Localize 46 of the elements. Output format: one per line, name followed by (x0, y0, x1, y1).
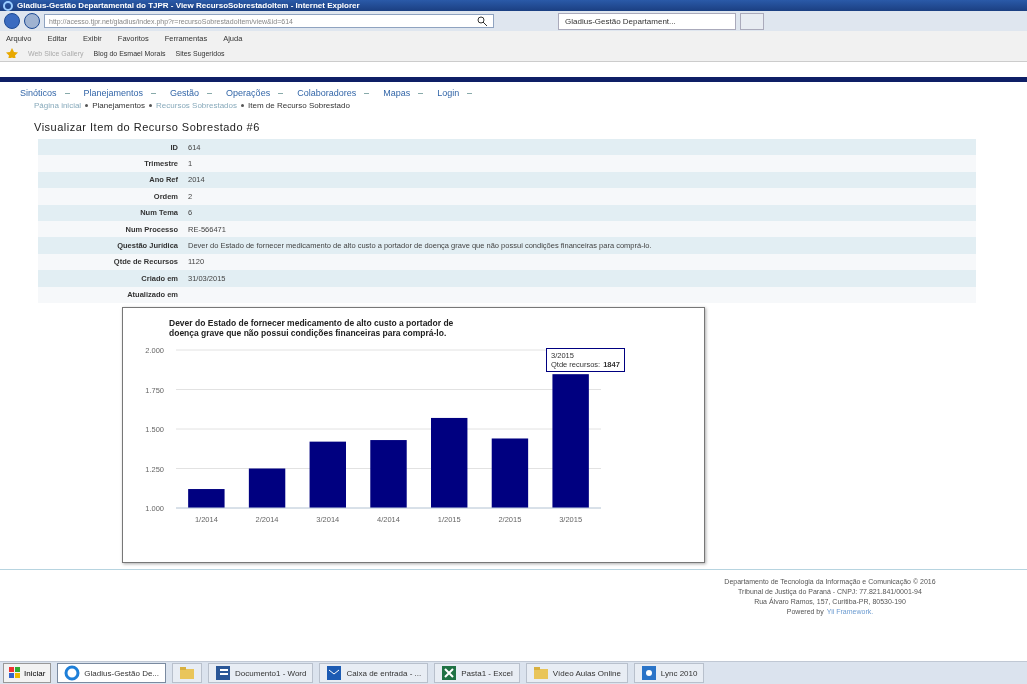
caret-icon (364, 92, 370, 94)
spreadsheet-icon (441, 665, 458, 681)
page-heading: Visualizar Item do Recurso Sobrestado #6 (34, 121, 261, 133)
mail-icon (326, 665, 343, 681)
caret-icon (207, 92, 213, 94)
window-title: Gladius-Gestão Departamental do TJPR - View RecursoSobrestadoItem - Internet Explorer (17, 1, 360, 10)
back-button[interactable] (4, 13, 20, 29)
star-icon (6, 48, 18, 58)
document-icon (215, 665, 232, 681)
caret-icon (278, 92, 284, 94)
folder-icon (532, 665, 549, 681)
breadcrumb-text: Planejamentos (92, 101, 146, 110)
taskbar-button[interactable]: Gladius-Gestão De... (57, 663, 167, 683)
bar[interactable] (188, 488, 225, 508)
browser-logo-icon (3, 0, 13, 11)
windows-logo-icon (9, 667, 21, 679)
taskbar-button[interactable]: Documento1 - Word (208, 663, 314, 683)
search-icon (477, 16, 489, 26)
nav-menu-item[interactable]: Operações (226, 88, 271, 98)
caret-icon (418, 92, 424, 94)
browser-icon (64, 665, 81, 681)
taskbar-button[interactable]: Pasta1 - Excel (434, 663, 520, 683)
forward-button[interactable] (24, 13, 40, 29)
taskbar-button[interactable]: Vídeo Aulas Online (525, 663, 628, 683)
nav-menu-item[interactable]: Mapas (383, 88, 411, 98)
bar[interactable] (491, 438, 529, 508)
nav-menu-item[interactable]: Colaboradores (297, 88, 357, 98)
breadcrumb-separator-icon (149, 104, 153, 107)
breadcrumb-separator-icon (85, 104, 89, 107)
nav-menu-item[interactable]: Gestão (170, 88, 200, 98)
taskbar-button[interactable]: Lync 2010 (633, 663, 705, 683)
breadcrumb-separator-icon (241, 104, 244, 107)
nav-menu-item[interactable]: Planejamentos (83, 88, 144, 98)
caret-icon (64, 92, 70, 94)
start-button[interactable]: Iniciar (3, 663, 52, 683)
chart-title: Dever do Estado de fornecer medicamento de alto custo a portador de doença grave que não possui condições financeiras para comprá-lo. (169, 317, 455, 338)
taskbar-button[interactable]: Caixa de entrada - ... (319, 663, 429, 683)
caret-icon (467, 92, 473, 94)
bar[interactable] (248, 468, 286, 508)
breadcrumb-text: Item de Recurso Sobrestado (248, 101, 350, 110)
browser-tab[interactable]: Gladius-Gestão Departament... (558, 12, 736, 30)
chat-icon (640, 665, 657, 681)
folder-icon (179, 665, 196, 681)
nav-menu-item[interactable]: Login (437, 88, 460, 98)
caret-icon (151, 92, 157, 94)
nav-menu-item[interactable]: Sinóticos (20, 88, 57, 98)
